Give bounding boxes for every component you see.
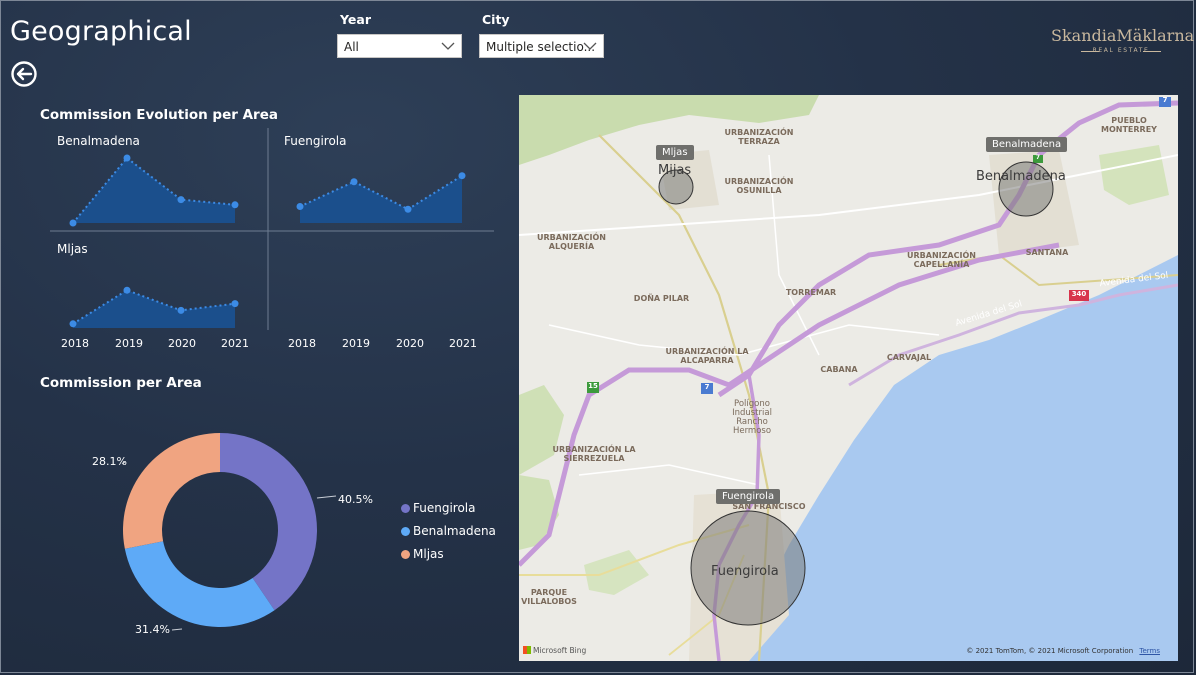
legend-marker	[401, 504, 410, 513]
road	[578, 464, 760, 486]
x-tick-label: 2021	[221, 337, 249, 350]
map-place-label: CARVAJAL	[886, 353, 932, 362]
donut-slice-fuengirola[interactable]	[220, 433, 317, 611]
bubble-map[interactable]: 7 340 15 7 7 URBANIZACIÓN TERRAZA URBANI…	[519, 95, 1178, 661]
data-point[interactable]	[231, 300, 239, 308]
area-fill	[300, 175, 462, 223]
panel-label-benalmadena: Benalmadena	[57, 134, 140, 148]
x-tick-label: 2021	[449, 337, 477, 350]
x-tick-label: 2019	[115, 337, 143, 350]
road-number: 15	[588, 382, 598, 390]
terms-link[interactable]: Terms	[1139, 647, 1160, 655]
data-point[interactable]	[296, 203, 304, 210]
map-place-label: URBANIZACIÓN LA SIERREZUELA	[552, 445, 636, 463]
bubble-tag-fuengirola: Fuengirola	[716, 489, 781, 504]
map-place-label: TORREMAR	[785, 288, 837, 297]
x-tick-label: 2019	[342, 337, 370, 350]
legend-item-mljas[interactable]: Mljas	[401, 547, 444, 561]
green-area	[1099, 145, 1169, 205]
data-point[interactable]	[404, 205, 412, 213]
data-label-fuengirola: 40.5%	[338, 493, 373, 506]
microsoft-logo-icon	[523, 646, 531, 654]
sea-area	[734, 255, 1178, 661]
green-area	[584, 550, 649, 595]
x-tick-label: 2020	[396, 337, 424, 350]
donut-slice-mljas[interactable]	[123, 433, 220, 549]
data-point[interactable]	[231, 201, 239, 209]
bubble-tag-benalmadena: Benalmadena	[986, 137, 1068, 152]
logo-subtitle: REAL ESTATE	[1051, 47, 1191, 54]
map-place-label: URBANIZACIÓN CAPELLANÍA	[907, 251, 976, 269]
bing-text: Microsoft Bing	[533, 646, 587, 655]
road-number: 7	[704, 383, 710, 391]
data-point[interactable]	[69, 219, 77, 227]
panel-label-mljas: Mljas	[57, 242, 88, 256]
copyright-text: © 2021 TomTom, © 2021 Microsoft Corporat…	[966, 647, 1134, 655]
area-fill	[73, 290, 235, 328]
legend-item-benalmadena[interactable]: Benalmadena	[401, 524, 496, 538]
donut-slice-benalmadena[interactable]	[124, 541, 275, 627]
panel-label-fuengirola: Fuengirola	[284, 134, 347, 148]
bubble-label-fuengirola: Fuengirola	[711, 564, 779, 579]
data-point[interactable]	[177, 306, 185, 314]
map-place-label: SANTANA	[1025, 248, 1069, 257]
legend-label: Mljas	[413, 547, 444, 561]
bubble-tag-mljas: Mljas	[656, 145, 694, 160]
bing-attribution: Microsoft Bing	[523, 646, 586, 655]
company-logo: SkandiaMäklarna REAL ESTATE	[1051, 26, 1195, 54]
leader-line	[171, 628, 183, 631]
donut-slices	[121, 433, 337, 631]
donut-title: Commission per Area	[40, 375, 202, 391]
legend-marker	[401, 550, 410, 559]
data-label-mljas: 28.1%	[92, 455, 127, 468]
x-tick-label: 2018	[61, 337, 89, 350]
x-tick-label: 2018	[288, 337, 316, 350]
map-place-label: PUEBLO MONTERREY	[1101, 116, 1157, 134]
bubble-label-mijas: Mijas	[658, 163, 692, 178]
data-point[interactable]	[123, 286, 131, 294]
data-point[interactable]	[123, 154, 131, 162]
data-point[interactable]	[458, 172, 466, 180]
logo-name: SkandiaMäklarna	[1051, 26, 1195, 45]
legend-label: Fuengirola	[413, 501, 476, 515]
chevron-down-icon	[583, 42, 597, 50]
map-background	[519, 95, 1178, 661]
data-point[interactable]	[69, 320, 77, 328]
map-place-label: URBANIZACIÓN LA ALCAPARRA	[665, 347, 749, 365]
road-number: 7	[1035, 154, 1041, 161]
legend-label: Benalmadena	[413, 524, 496, 538]
road-number: 340	[1071, 290, 1087, 298]
data-point[interactable]	[177, 196, 185, 204]
area-fill	[73, 158, 235, 223]
map-place-label: DOÑA PILAR	[633, 294, 690, 303]
bubble-label-benalmadena: Benalmadena	[976, 169, 1066, 184]
x-tick-label: 2020	[168, 337, 196, 350]
legend-item-fuengirola[interactable]: Fuengirola	[401, 501, 476, 515]
road-number: 7	[1162, 96, 1168, 104]
map-place-label: URBANIZACIÓN ALQUERÍA	[537, 233, 606, 251]
map-copyright: © 2021 TomTom, © 2021 Microsoft Corporat…	[966, 647, 1160, 655]
data-point[interactable]	[350, 178, 358, 186]
leader-line	[316, 495, 337, 499]
map-place-label: URBANIZACIÓN OSUNILLA	[724, 177, 794, 195]
map-place-label: CABANA	[820, 365, 858, 374]
road	[519, 154, 1178, 236]
map-place-label: URBANIZACIÓN TERRAZA	[724, 128, 794, 146]
evolution-chart	[50, 128, 494, 330]
legend-marker	[401, 527, 410, 536]
map-place-label: Polígono Industrial Rancho Hermoso	[732, 399, 772, 436]
map-place-label: PARQUE VILLALOBOS	[521, 588, 577, 606]
data-label-benalmadena: 31.4%	[135, 623, 170, 636]
